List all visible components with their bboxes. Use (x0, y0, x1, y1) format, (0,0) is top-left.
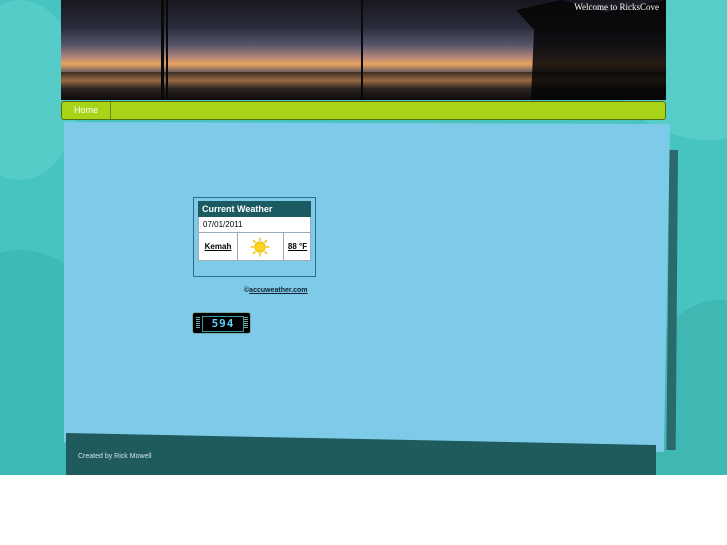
banner-mast (161, 0, 164, 100)
content-area (64, 122, 670, 452)
counter-right-edge (244, 317, 248, 329)
nav-bar: Home (61, 101, 666, 120)
weather-city-link[interactable]: Kemah (199, 233, 238, 260)
footer-credit: Created by Rick Mowell (78, 453, 152, 460)
weather-widget: Current Weather 07/01/2011 Kemah 88 °F (193, 197, 316, 277)
weather-temperature-link[interactable]: 88 °F (284, 233, 311, 260)
banner-palms (516, 0, 666, 100)
welcome-text: Welcome to RicksCove (574, 2, 659, 12)
hit-counter[interactable]: 594 (192, 312, 251, 334)
weather-row: Kemah 88 °F (198, 232, 311, 261)
counter-digits: 594 (202, 316, 244, 332)
header-banner: Welcome to RicksCove (61, 0, 666, 100)
weather-title: Current Weather (198, 201, 311, 217)
banner-mast (361, 0, 363, 100)
accuweather-link[interactable]: accuweather.com (249, 287, 307, 294)
sun-icon (250, 237, 270, 257)
accuweather-credit: ©accuweather.com (244, 287, 308, 294)
counter-left-edge (196, 317, 200, 329)
weather-date: 07/01/2011 (198, 217, 311, 232)
weather-icon-cell (237, 233, 284, 260)
nav-home-link[interactable]: Home (62, 102, 111, 119)
banner-mast (166, 0, 168, 100)
